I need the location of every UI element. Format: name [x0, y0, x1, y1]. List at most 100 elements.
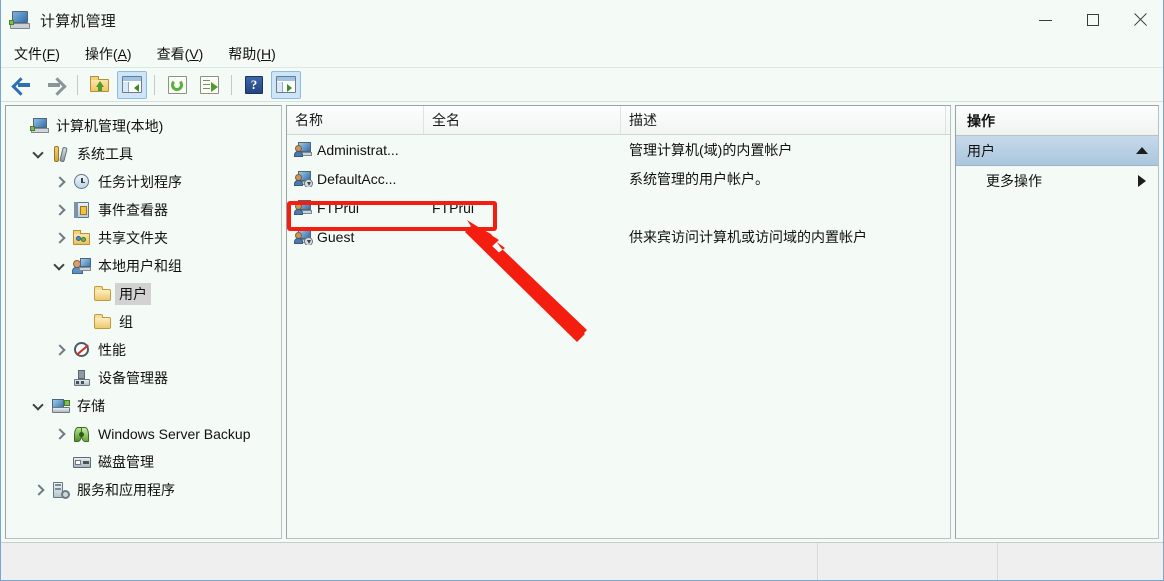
- computer-icon: [9, 10, 31, 30]
- column-description[interactable]: 描述: [621, 106, 946, 134]
- tree-item-label: 事件查看器: [98, 202, 168, 218]
- list-view-pane: 名称 全名 描述 Administrat... 管理计算机(域)的内置帐户 Defa…: [286, 105, 951, 539]
- tree-item-label: 磁盘管理: [98, 454, 154, 470]
- column-fullname[interactable]: 全名: [424, 106, 621, 134]
- tree-item-label: 性能: [98, 342, 126, 358]
- backup-icon: [70, 426, 94, 443]
- device-manager-icon: [70, 369, 94, 387]
- cell-description: 管理计算机(域)的内置帐户: [629, 141, 793, 158]
- chevron-down-icon[interactable]: [27, 402, 49, 411]
- table-row[interactable]: DefaultAcc... 系统管理的用户帐户。: [287, 164, 950, 193]
- window-title: 计算机管理: [40, 12, 117, 30]
- tree-item-4[interactable]: 共享文件夹: [6, 224, 281, 252]
- computer-management-window: 计算机管理 文件(F) 操作(A) 查看(V) 帮助(H) ? 计算机管理(本地…: [0, 0, 1164, 581]
- help-button[interactable]: ?: [239, 71, 269, 99]
- user-icon: [294, 141, 312, 158]
- tree-item-0[interactable]: 计算机管理(本地): [6, 112, 281, 140]
- tree-item-label: 组: [119, 314, 133, 330]
- show-tree-icon: [122, 76, 142, 93]
- toolbar: ?: [1, 68, 1163, 102]
- column-name[interactable]: 名称: [287, 106, 424, 134]
- menu-help[interactable]: 帮助(H): [228, 41, 286, 67]
- tree-item-label: 存储: [77, 398, 105, 414]
- close-button[interactable]: [1116, 0, 1163, 40]
- cell-description: 供来宾访问计算机或访问域的内置帐户: [629, 228, 867, 245]
- export-list-button[interactable]: [194, 71, 224, 99]
- refresh-button[interactable]: [162, 71, 192, 99]
- cell-fullname: FTPrui: [432, 199, 474, 216]
- tree-item-label: 服务和应用程序: [77, 482, 175, 498]
- user-icon: [294, 170, 313, 187]
- tree-item-1[interactable]: 系统工具: [6, 140, 281, 168]
- tree-item-label: 系统工具: [77, 146, 133, 162]
- event-icon: [70, 201, 94, 219]
- computer-icon: [28, 117, 52, 135]
- chevron-right-icon[interactable]: [48, 346, 70, 355]
- menu-action-label: 操作: [84, 45, 113, 62]
- chevron-right-icon[interactable]: [48, 234, 70, 243]
- chevron-right-icon[interactable]: [27, 486, 49, 495]
- tree-item-13[interactable]: 服务和应用程序: [6, 476, 281, 504]
- chevron-down-icon[interactable]: [48, 262, 70, 271]
- status-pane-3: [998, 543, 1163, 580]
- list-rows: Administrat... 管理计算机(域)的内置帐户 DefaultAcc...…: [287, 135, 950, 538]
- menu-view-label: 查看: [156, 45, 185, 62]
- storage-icon: [49, 398, 73, 415]
- tree-item-7[interactable]: 组: [6, 308, 281, 336]
- chevron-right-icon[interactable]: [48, 206, 70, 215]
- table-row[interactable]: FTPrui FTPrui: [287, 193, 950, 222]
- help-icon: ?: [245, 75, 263, 94]
- menu-file[interactable]: 文件(F): [14, 41, 71, 67]
- action-more-actions[interactable]: 更多操作: [956, 166, 1158, 196]
- window-controls: [1022, 0, 1163, 40]
- action-pane-section-users[interactable]: 用户: [956, 136, 1158, 166]
- user-icon: [294, 228, 313, 245]
- table-row[interactable]: Administrat... 管理计算机(域)的内置帐户: [287, 135, 950, 164]
- tree-item-label: 共享文件夹: [98, 230, 168, 246]
- chevron-right-icon[interactable]: [48, 178, 70, 187]
- menu-help-label: 帮助: [228, 45, 257, 62]
- tree-item-3[interactable]: 事件查看器: [6, 196, 281, 224]
- folder-icon: [91, 285, 115, 303]
- maximize-button[interactable]: [1069, 0, 1116, 40]
- triangle-up-icon[interactable]: [1136, 147, 1148, 154]
- tree-item-10[interactable]: 存储: [6, 392, 281, 420]
- menu-view[interactable]: 查看(V): [157, 41, 215, 67]
- tree-item-6[interactable]: 用户: [6, 280, 281, 308]
- tree-item-9[interactable]: 设备管理器: [6, 364, 281, 392]
- share-folder-icon: [70, 229, 94, 247]
- tree-item-2[interactable]: 任务计划程序: [6, 168, 281, 196]
- tree-item-12[interactable]: 磁盘管理: [6, 448, 281, 476]
- forward-button[interactable]: [40, 71, 70, 99]
- tree-item-5[interactable]: 本地用户和组: [6, 252, 281, 280]
- minimize-button[interactable]: [1022, 0, 1069, 40]
- cell-name: Administrat...: [287, 141, 424, 158]
- show-action-pane-button[interactable]: [271, 70, 301, 99]
- back-icon: [13, 77, 33, 93]
- cell-description: 系统管理的用户帐户。: [629, 170, 769, 187]
- status-pane-1: [1, 543, 818, 580]
- triangle-right-icon: [1138, 175, 1146, 187]
- cell-name: DefaultAcc...: [287, 170, 424, 187]
- title-bar: 计算机管理: [1, 0, 1163, 40]
- chevron-down-icon[interactable]: [27, 150, 49, 159]
- menu-bar: 文件(F) 操作(A) 查看(V) 帮助(H): [1, 40, 1163, 68]
- up-folder-button[interactable]: [85, 71, 115, 99]
- disk-icon: [70, 454, 94, 471]
- tree-item-11[interactable]: Windows Server Backup: [6, 420, 281, 448]
- menu-action[interactable]: 操作(A): [85, 41, 143, 67]
- show-tree-button[interactable]: [117, 70, 147, 99]
- back-button[interactable]: [8, 71, 38, 99]
- services-icon: [49, 481, 73, 499]
- menu-file-label: 文件: [14, 45, 42, 62]
- tree-item-8[interactable]: 性能: [6, 336, 281, 364]
- cell-name-label: DefaultAcc...: [317, 170, 397, 187]
- main-content: 计算机管理(本地) 系统工具 任务计划程序 事件查看器 共享文件夹 本地用户和组 用户组性能…: [1, 102, 1163, 539]
- action-pane: 操作 用户 更多操作: [955, 105, 1159, 539]
- tree-item-label: 用户: [115, 283, 151, 305]
- toolbar-separator: [231, 74, 232, 95]
- clock-icon: [70, 173, 94, 191]
- chevron-right-icon[interactable]: [48, 430, 70, 439]
- table-row[interactable]: Guest 供来宾访问计算机或访问域的内置帐户: [287, 222, 950, 251]
- user-icon: [294, 199, 312, 216]
